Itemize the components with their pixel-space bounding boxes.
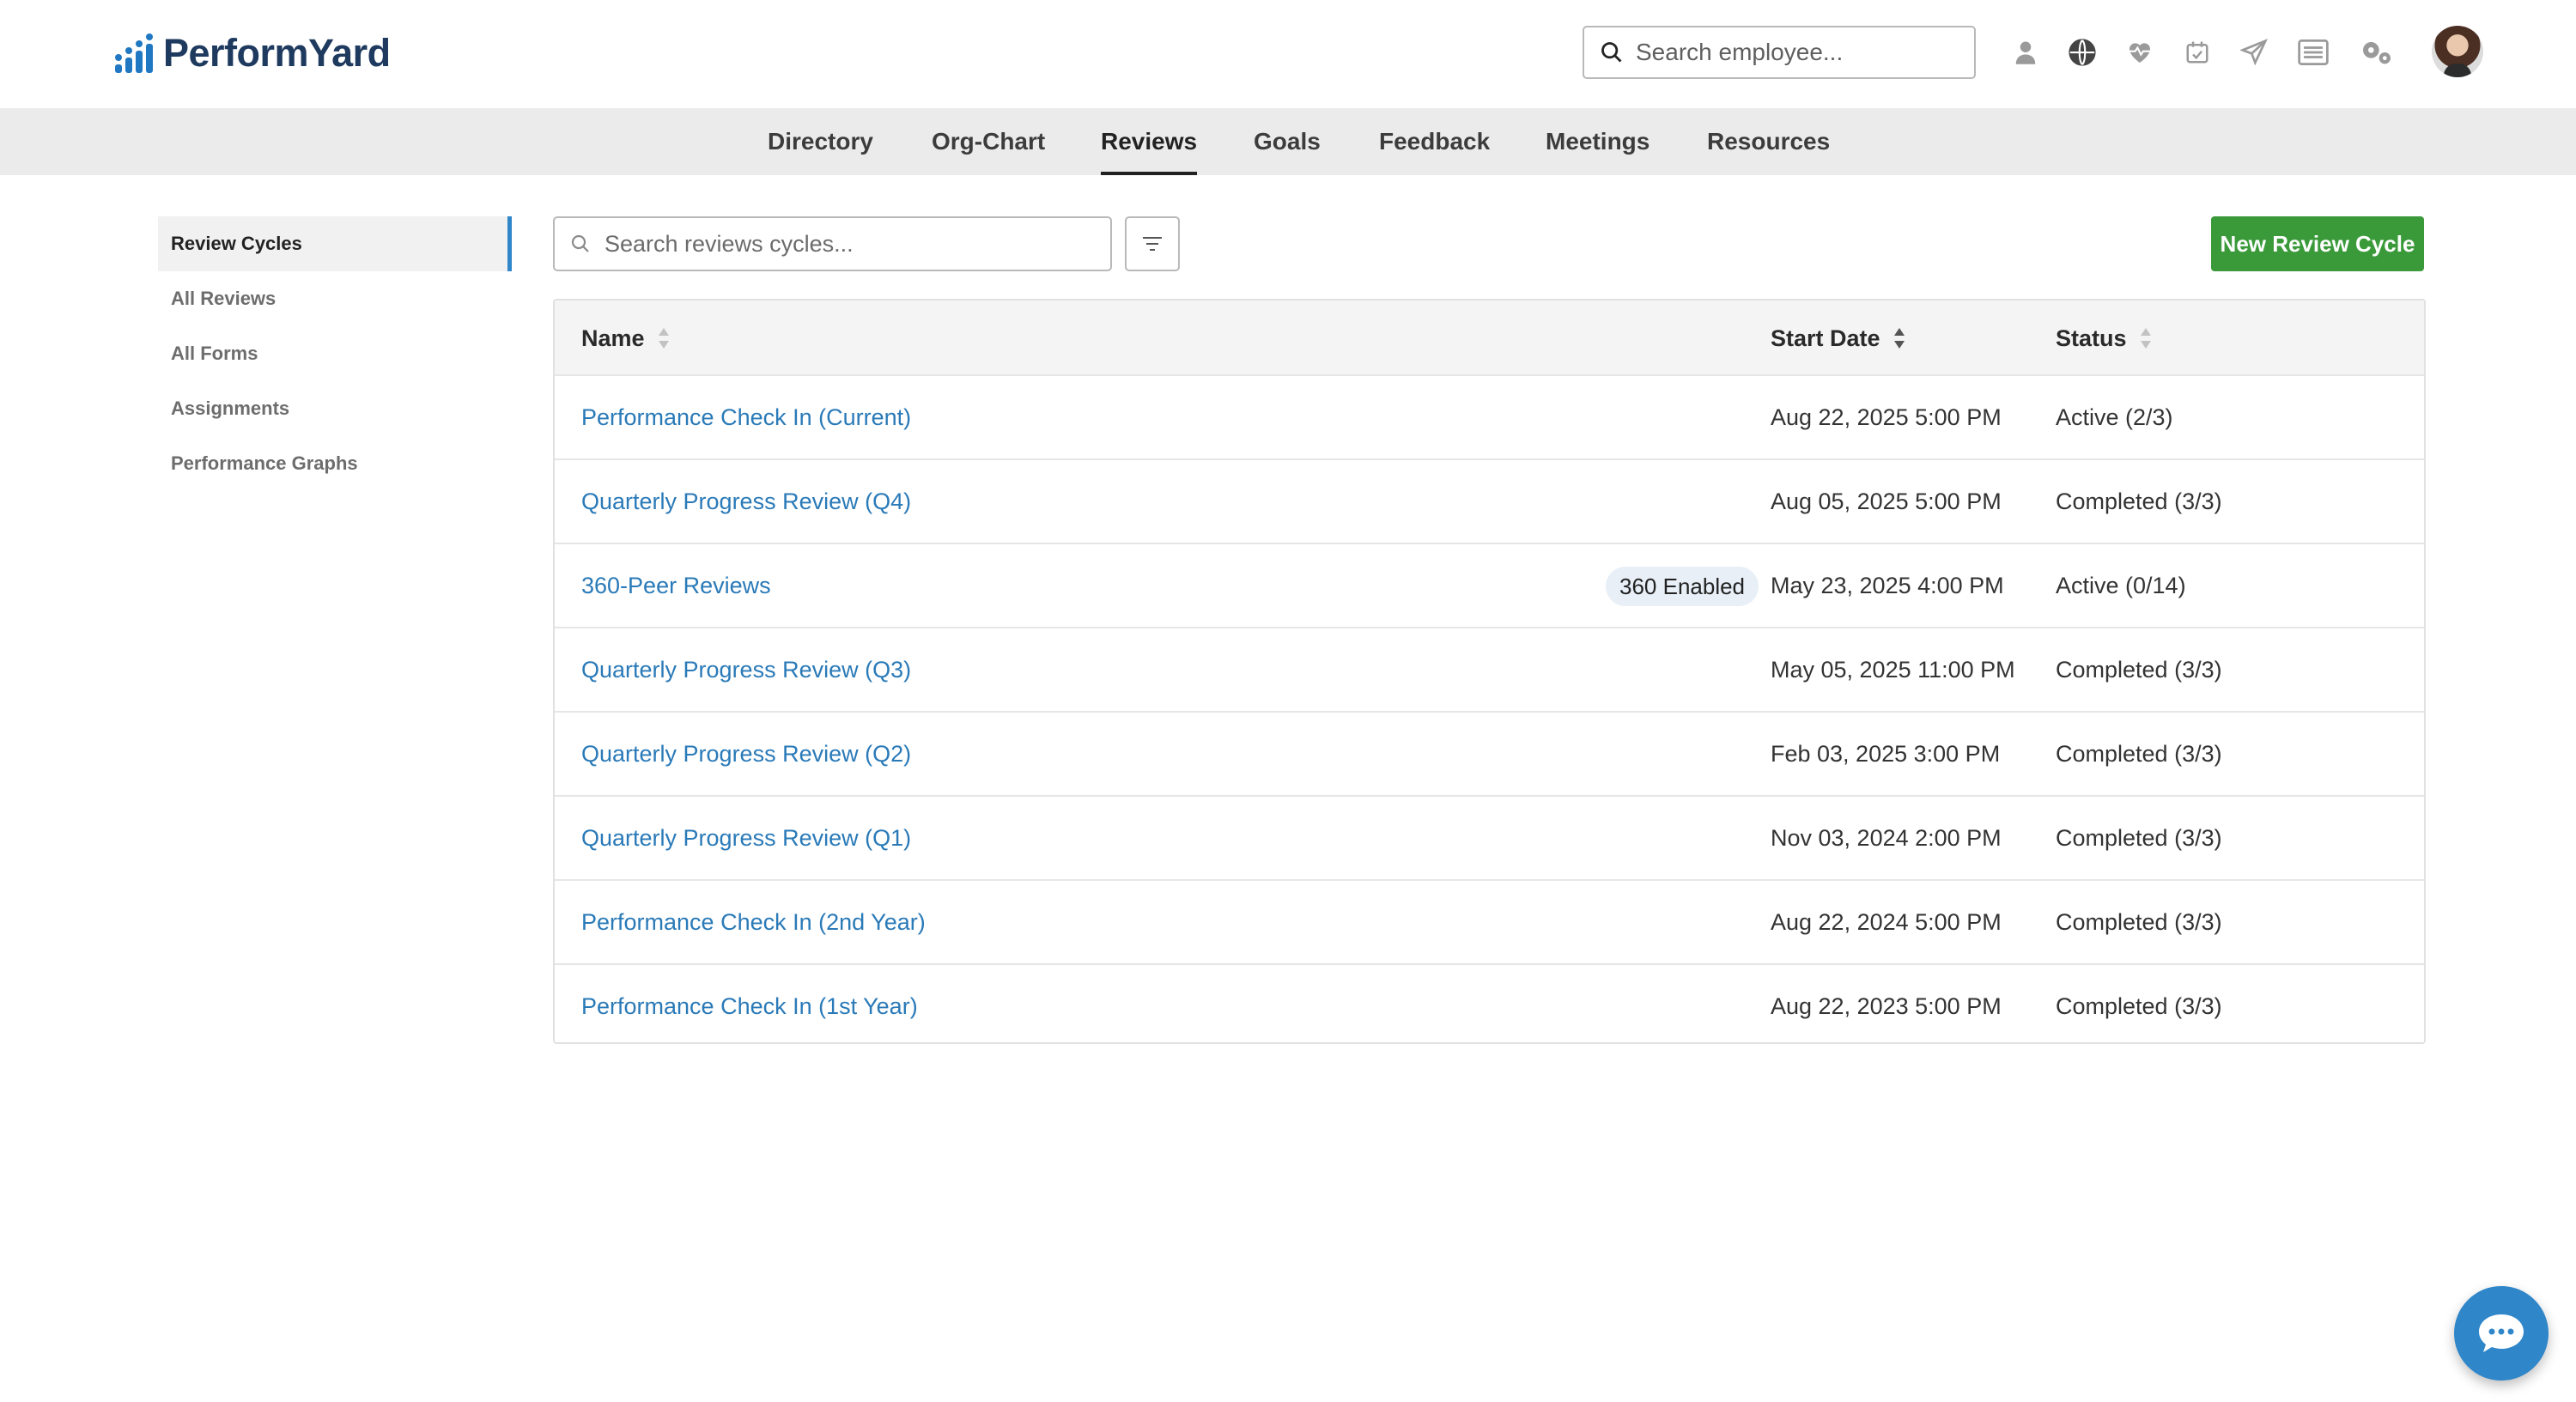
tab-meetings[interactable]: Meetings (1546, 108, 1649, 175)
start-date: Aug 22, 2023 5:00 PM (1771, 993, 2002, 1019)
settings-gears-icon[interactable] (2359, 34, 2395, 70)
reviews-sidebar: Review Cycles All Reviews All Forms Assi… (158, 216, 512, 491)
chat-bubble-icon (2479, 1314, 2524, 1352)
table-row: Quarterly Progress Review (Q2) Feb 03, 2… (555, 713, 2424, 797)
filter-icon (1143, 237, 1162, 251)
new-review-cycle-button[interactable]: New Review Cycle (2211, 216, 2424, 271)
table-row: Performance Check In (Current) Aug 22, 2… (555, 376, 2424, 460)
employee-search-input[interactable] (1636, 39, 1953, 66)
sidebar-item-performance-graphs[interactable]: Performance Graphs (158, 436, 512, 491)
review-cycle-link[interactable]: Quarterly Progress Review (Q1) (581, 797, 911, 879)
search-icon (571, 234, 589, 252)
table-row: Performance Check In (2nd Year) Aug 22, … (555, 881, 2424, 965)
tab-directory[interactable]: Directory (768, 108, 873, 175)
column-header-name[interactable]: Name (581, 300, 671, 376)
sort-icon (658, 328, 669, 349)
review-cycle-link[interactable]: 360-Peer Reviews (581, 544, 771, 627)
avatar[interactable] (2432, 26, 2483, 77)
start-date: Nov 03, 2024 2:00 PM (1771, 825, 2002, 851)
sidebar-item-all-reviews[interactable]: All Reviews (158, 271, 512, 326)
heartbeat-icon[interactable] (2122, 34, 2158, 70)
filter-button[interactable] (1125, 216, 1180, 271)
logo-icon (115, 33, 155, 73)
column-header-start-date[interactable]: Start Date (1771, 300, 1906, 376)
sidebar-item-assignments[interactable]: Assignments (158, 381, 512, 436)
tab-goals[interactable]: Goals (1254, 108, 1321, 175)
list-icon[interactable] (2295, 34, 2331, 70)
tab-reviews[interactable]: Reviews (1101, 108, 1198, 175)
table-row: Performance Check In (1st Year) Aug 22, … (555, 965, 2424, 1042)
table-header: Name Start Date Status (555, 300, 2424, 376)
logo-text: PerformYard (163, 31, 391, 75)
status: Completed (3/3) (2056, 489, 2222, 514)
calendar-check-icon[interactable] (2179, 34, 2215, 70)
send-icon[interactable] (2236, 34, 2272, 70)
top-header: PerformYard (0, 0, 2576, 108)
status: Completed (3/3) (2056, 741, 2222, 767)
review-cycle-link[interactable]: Quarterly Progress Review (Q3) (581, 628, 911, 711)
status: Completed (3/3) (2056, 825, 2222, 851)
status: Active (0/14) (2056, 573, 2186, 598)
table-row: Quarterly Progress Review (Q3) May 05, 2… (555, 628, 2424, 713)
column-header-status[interactable]: Status (2056, 300, 2153, 376)
sidebar-item-review-cycles[interactable]: Review Cycles (158, 216, 512, 271)
globe-icon[interactable] (2064, 34, 2100, 70)
main-nav: Directory Org-Chart Reviews Goals Feedba… (0, 108, 2576, 175)
review-cycle-link[interactable]: Quarterly Progress Review (Q2) (581, 713, 911, 795)
tab-feedback[interactable]: Feedback (1379, 108, 1490, 175)
table-row: Quarterly Progress Review (Q4) Aug 05, 2… (555, 460, 2424, 544)
tab-resources[interactable]: Resources (1707, 108, 1830, 175)
status: Completed (3/3) (2056, 657, 2222, 683)
sort-icon (2140, 328, 2151, 349)
review-cycle-search-input[interactable] (605, 230, 1085, 258)
table-row: 360-Peer Reviews 360 Enabled May 23, 202… (555, 544, 2424, 628)
status: Completed (3/3) (2056, 993, 2222, 1019)
review-cycles-table: Name Start Date Status Performance Check… (553, 299, 2426, 1044)
tab-org-chart[interactable]: Org-Chart (932, 108, 1045, 175)
column-header-status-label: Status (2056, 325, 2127, 351)
chat-launcher-button[interactable] (2454, 1286, 2549, 1381)
employee-search-box[interactable] (1583, 26, 1976, 79)
review-cycle-link[interactable]: Quarterly Progress Review (Q4) (581, 460, 911, 543)
performyard-logo[interactable]: PerformYard (115, 31, 391, 76)
column-header-name-label: Name (581, 325, 645, 351)
review-cycle-search-box[interactable] (553, 216, 1112, 271)
start-date: Aug 05, 2025 5:00 PM (1771, 489, 2002, 514)
person-icon[interactable] (2008, 34, 2044, 70)
sort-icon (1893, 328, 1905, 349)
status: Active (2/3) (2056, 404, 2173, 430)
review-cycle-link[interactable]: Performance Check In (Current) (581, 376, 911, 458)
sidebar-item-all-forms[interactable]: All Forms (158, 326, 512, 381)
status: Completed (3/3) (2056, 909, 2222, 935)
start-date: Feb 03, 2025 3:00 PM (1771, 741, 2001, 767)
start-date: Aug 22, 2024 5:00 PM (1771, 909, 2002, 935)
review-cycle-link[interactable]: Performance Check In (1st Year) (581, 965, 918, 1042)
search-icon (1601, 42, 1622, 63)
start-date: May 23, 2025 4:00 PM (1771, 573, 2004, 598)
table-row: Quarterly Progress Review (Q1) Nov 03, 2… (555, 797, 2424, 881)
column-header-start-date-label: Start Date (1771, 325, 1880, 351)
360-enabled-badge: 360 Enabled (1606, 567, 1759, 606)
review-cycle-link[interactable]: Performance Check In (2nd Year) (581, 881, 926, 963)
start-date: Aug 22, 2025 5:00 PM (1771, 404, 2002, 430)
start-date: May 05, 2025 11:00 PM (1771, 657, 2015, 683)
